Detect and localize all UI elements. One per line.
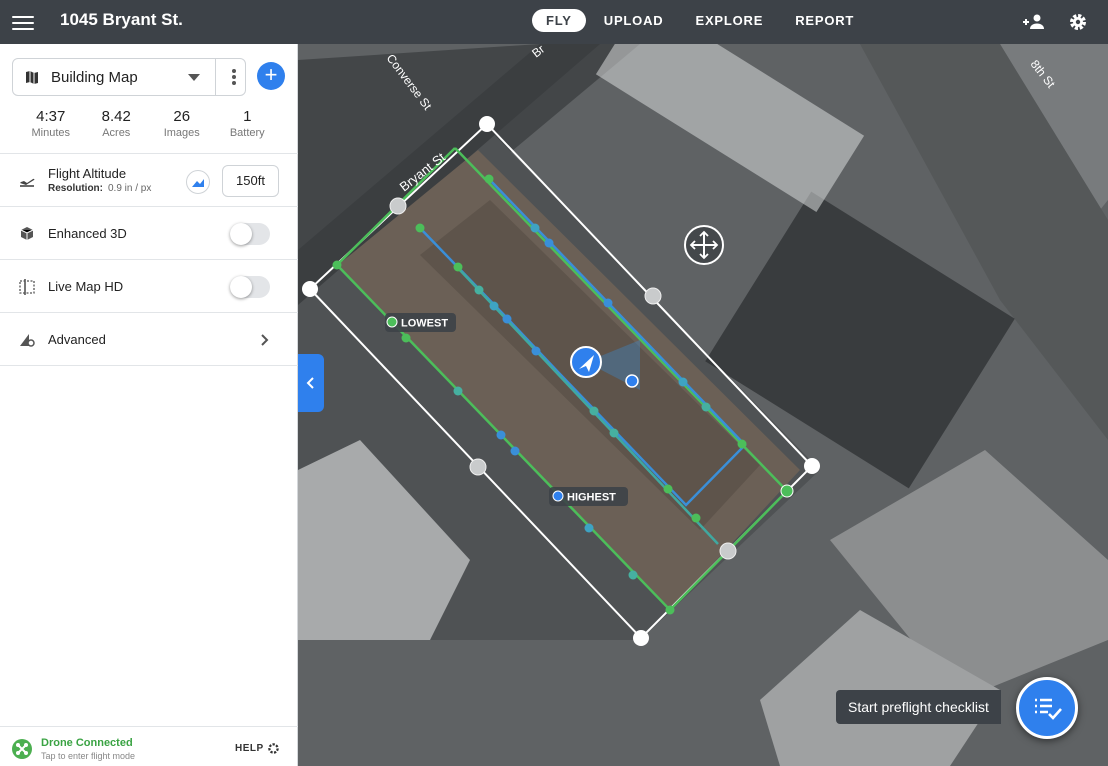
- lifebuoy-icon: [268, 743, 279, 754]
- highest-marker: HIGHEST: [549, 487, 628, 506]
- preflight-checklist-button[interactable]: [1016, 677, 1078, 739]
- advanced-row[interactable]: Advanced: [0, 312, 298, 366]
- resolution-label: Resolution:: [48, 183, 103, 194]
- chevron-right-icon: [261, 334, 269, 346]
- stat-value: 4:37: [36, 108, 66, 125]
- home-point-icon: [625, 374, 639, 388]
- sidebar: Building Map + 4:37 Minutes 8.42 Acres 2…: [0, 44, 298, 766]
- move-icon[interactable]: [684, 225, 724, 265]
- satellite-map[interactable]: Bryant St Converse St 8th St Br LOWEST H…: [298, 44, 1108, 766]
- drone-connected-icon: [12, 739, 32, 759]
- compare-icon: [19, 279, 35, 295]
- live-map-hd-toggle[interactable]: [230, 276, 270, 298]
- help-button[interactable]: HELP: [235, 743, 264, 754]
- chevron-left-icon: [306, 377, 314, 389]
- lowest-marker: LOWEST: [385, 313, 456, 332]
- preflight-tooltip: Start preflight checklist: [836, 690, 1001, 724]
- drone-status[interactable]: Drone Connected Tap to enter flight mode…: [0, 726, 298, 766]
- enhanced-3d-toggle[interactable]: [230, 223, 270, 245]
- mission-stats: 4:37 Minutes 8.42 Acres 26 Images 1 Batt…: [18, 108, 280, 139]
- map-type-label: Building Map: [51, 69, 138, 86]
- page-title: 1045 Bryant St.: [60, 10, 183, 29]
- altitude-input[interactable]: 150ft: [222, 165, 279, 197]
- advanced-label: Advanced: [48, 332, 106, 347]
- collapse-sidebar-button[interactable]: [298, 354, 324, 412]
- stat-value: 1: [243, 108, 252, 125]
- menu-icon[interactable]: [12, 12, 34, 32]
- stat-minutes: 4:37 Minutes: [18, 108, 84, 139]
- divider: [215, 59, 216, 95]
- checklist-icon: [1035, 698, 1062, 720]
- add-person-icon[interactable]: [1022, 10, 1046, 34]
- airplane-takeoff-icon: [20, 178, 35, 187]
- top-bar: 1045 Bryant St. FLY UPLOAD EXPLORE REPOR…: [0, 0, 1108, 44]
- stat-label: Battery: [229, 127, 265, 139]
- lowest-label: LOWEST: [401, 318, 448, 330]
- resolution-value: 0.9 in / px: [108, 183, 152, 194]
- stat-acres: 8.42 Acres: [84, 108, 150, 139]
- stat-value: 8.42: [101, 108, 131, 125]
- highest-label: HIGHEST: [567, 492, 616, 504]
- live-map-hd-row: Live Map HD: [0, 259, 298, 313]
- map-icon: [26, 71, 38, 84]
- stat-label: Acres: [102, 127, 131, 139]
- cube-icon: [20, 227, 34, 240]
- stat-label: Images: [163, 127, 200, 139]
- toggle-knob: [230, 223, 252, 245]
- drone-position-icon: [570, 346, 602, 378]
- tab-explore[interactable]: EXPLORE: [681, 9, 777, 32]
- tab-fly[interactable]: FLY: [532, 9, 586, 32]
- chevron-down-icon: [188, 74, 200, 81]
- stat-battery: 1 Battery: [215, 108, 281, 139]
- more-options-icon[interactable]: [227, 67, 241, 87]
- tab-upload[interactable]: UPLOAD: [590, 9, 678, 32]
- tab-report[interactable]: REPORT: [781, 9, 868, 32]
- drone-status-subtitle: Tap to enter flight mode: [41, 751, 136, 761]
- flight-altitude-row: Flight Altitude Resolution: 0.9 in / px …: [0, 153, 298, 207]
- map-canvas: Bryant St Converse St 8th St Br LOWEST H…: [298, 44, 1108, 766]
- terrain-icon: [192, 179, 204, 187]
- stat-value: 26: [173, 108, 191, 125]
- terrain-follow-button[interactable]: [186, 170, 210, 194]
- live-map-hd-label: Live Map HD: [48, 279, 124, 294]
- gear-icon[interactable]: [1066, 10, 1090, 34]
- stat-label: Minutes: [31, 127, 71, 139]
- enhanced-3d-row: Enhanced 3D: [0, 206, 298, 260]
- enhanced-3d-label: Enhanced 3D: [48, 226, 127, 241]
- advanced-settings-icon: [20, 334, 35, 347]
- nav-tabs: FLY UPLOAD EXPLORE REPORT: [532, 9, 868, 32]
- flight-altitude-label: Flight Altitude: [48, 166, 127, 181]
- stat-images: 26 Images: [149, 108, 215, 139]
- add-button[interactable]: +: [257, 62, 285, 90]
- map-type-select[interactable]: Building Map: [12, 58, 246, 96]
- drone-status-title: Drone Connected: [41, 737, 133, 749]
- toggle-knob: [230, 276, 252, 298]
